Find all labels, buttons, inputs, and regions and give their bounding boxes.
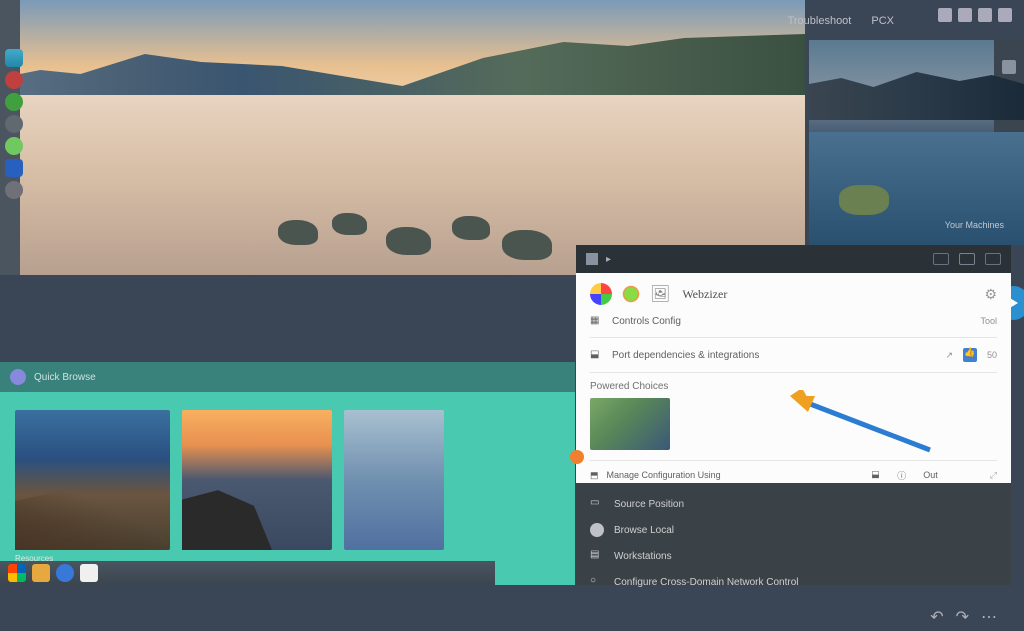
right-panel-caption: Your Machines [945, 220, 1004, 230]
tray-network-icon[interactable] [938, 8, 952, 22]
taskbar [0, 561, 495, 585]
gallery-header: Quick Browse [0, 362, 575, 392]
dock-clock-icon[interactable] [5, 181, 23, 199]
section-header: Powered Choices [590, 381, 997, 392]
dark-item-3[interactable]: ○Configure Cross-Domain Network Control [590, 569, 997, 595]
system-tray [938, 8, 1012, 22]
header-label-1[interactable]: Troubleshoot [788, 15, 852, 27]
config-row-1[interactable]: ▦ Controls Config Tool [590, 315, 997, 327]
manage-icon: ⬒ [590, 470, 599, 481]
undo-icon[interactable]: ↶ [930, 607, 943, 627]
window-max-button[interactable] [959, 253, 975, 265]
window-titlebar[interactable]: ▸ [576, 245, 1011, 273]
port-icon: ⬓ [590, 349, 604, 361]
dark-menu-list: ▭Source Position Browse Local ▤Workstati… [576, 483, 1011, 603]
right-preview-panel: Your Machines [809, 40, 1024, 245]
header-label-2[interactable]: PCX [871, 15, 894, 27]
share-icon[interactable]: ↗ [945, 350, 953, 361]
info-icon[interactable]: ⓘ [897, 469, 911, 481]
app-content-panel: 🖼 Webzizer ⚙ ▦ Controls Config Tool ⬓ Po… [576, 273, 1011, 483]
status-dot-icon [570, 450, 584, 464]
redo-icon[interactable]: ↷ [956, 607, 969, 627]
gallery-panel: Quick Browse Resources [0, 362, 575, 585]
dark-item-2[interactable]: ▤Workstations [590, 543, 997, 569]
network-icon: ○ [590, 575, 604, 589]
user-icon [590, 523, 604, 537]
taskbar-app-icon[interactable] [80, 564, 98, 582]
dark-item-0[interactable]: ▭Source Position [590, 491, 997, 517]
gallery-thumb-1[interactable] [15, 410, 170, 550]
dock-mail-icon[interactable] [5, 159, 23, 177]
dock-app-icon[interactable] [5, 93, 23, 111]
app-window: ▸ 🖼 Webzizer ⚙ ▦ Controls Config Tool ⬓ … [576, 245, 1011, 585]
app-title: Webzizer [682, 287, 727, 302]
tray-battery-icon[interactable] [978, 8, 992, 22]
manage-row[interactable]: ⬒ Manage Configuration Using ⬓ ⓘ Out ⤢ [590, 469, 997, 481]
taskbar-explorer-icon[interactable] [32, 564, 50, 582]
window-min-button[interactable] [933, 253, 949, 265]
gallery-thumb-3[interactable] [344, 410, 444, 550]
app-logo-chrome-icon[interactable] [590, 283, 612, 305]
dock-browser-icon[interactable] [5, 71, 23, 89]
header-tabs: Troubleshoot PCX [788, 15, 894, 27]
app-logo-secondary-icon[interactable] [620, 283, 642, 305]
start-button[interactable] [8, 564, 26, 582]
tray-notify-icon[interactable] [998, 8, 1012, 22]
preview-thumb[interactable] [590, 398, 670, 450]
taskbar-edge-icon[interactable] [56, 564, 74, 582]
workstation-icon: ▤ [590, 549, 604, 563]
user-avatar-icon[interactable] [10, 369, 26, 385]
dock-settings-icon[interactable] [5, 115, 23, 133]
config-row-2[interactable]: ⬓ Port dependencies & integrations ↗ 50 [590, 348, 997, 362]
more-icon[interactable]: ⋯ [981, 607, 997, 627]
export-icon[interactable]: ⬓ [871, 469, 885, 481]
like-icon[interactable] [963, 348, 977, 362]
gear-icon[interactable]: ⚙ [984, 286, 997, 303]
window-close-button[interactable] [985, 253, 1001, 265]
pin-icon[interactable] [586, 253, 598, 265]
gallery-title: Quick Browse [34, 372, 96, 383]
gallery-thumb-2[interactable] [182, 410, 332, 550]
dock-chat-icon[interactable] [5, 137, 23, 155]
tray-sound-icon[interactable] [958, 8, 972, 22]
dock-photo-icon[interactable] [5, 49, 23, 67]
left-dock [0, 0, 20, 275]
desktop-wallpaper [0, 0, 805, 275]
source-icon: ▭ [590, 497, 604, 511]
dark-item-1[interactable]: Browse Local [590, 517, 997, 543]
grid-icon: ▦ [590, 315, 604, 327]
panel-doc-icon[interactable] [1002, 60, 1016, 74]
expand-icon[interactable]: ⤢ [990, 470, 997, 481]
